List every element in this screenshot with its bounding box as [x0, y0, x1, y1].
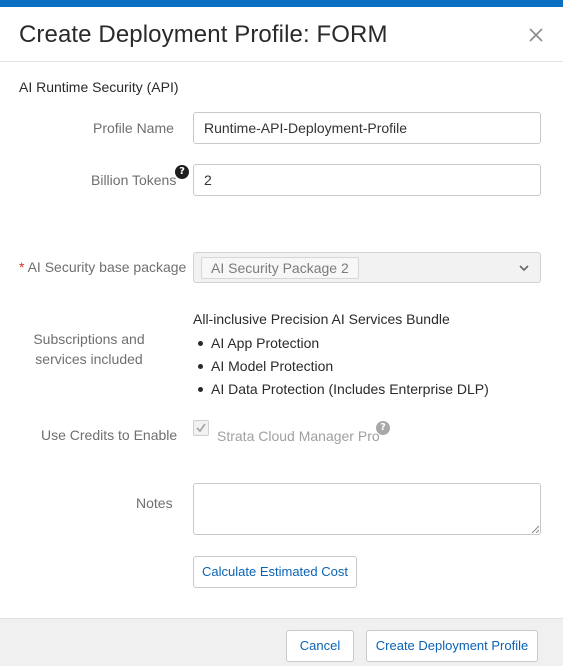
notes-textarea[interactable] [193, 483, 541, 535]
resize-handle-icon[interactable] [531, 525, 539, 533]
list-item-text: AI Data Protection (Includes Enterprise … [211, 381, 489, 397]
notes-label: Notes [136, 495, 173, 511]
cancel-button[interactable]: Cancel [286, 630, 354, 662]
list-item: AI Model Protection [193, 357, 489, 380]
create-deployment-profile-button[interactable]: Create Deployment Profile [366, 630, 538, 662]
bundle-list: AI App Protection AI Model Protection AI… [193, 334, 489, 403]
question-circle-icon[interactable]: ? [376, 421, 390, 435]
selected-package-chip: AI Security Package 2 [201, 257, 359, 279]
bullet-icon [198, 364, 203, 369]
base-package-label-text: AI Security base package [27, 259, 187, 275]
list-item: AI App Protection [193, 334, 489, 357]
credits-label: Use Credits to Enable [41, 427, 178, 443]
bullet-icon [198, 341, 203, 346]
subscriptions-label: Subscriptions and services included [33, 331, 145, 367]
billion-tokens-input[interactable] [193, 164, 541, 196]
list-item: AI Data Protection (Includes Enterprise … [193, 380, 489, 403]
calculate-estimated-cost-button[interactable]: Calculate Estimated Cost [193, 556, 357, 588]
checkmark-icon [196, 423, 206, 433]
section-title: AI Runtime Security (API) [19, 79, 179, 95]
close-button[interactable] [525, 24, 547, 46]
base-package-select[interactable]: AI Security Package 2 [193, 252, 541, 283]
strata-cloud-manager-checkbox[interactable] [193, 420, 209, 436]
chevron-down-icon [518, 262, 530, 274]
list-item-text: AI App Protection [211, 335, 320, 351]
dialog-title: Create Deployment Profile: FORM [19, 21, 388, 48]
profile-name-label: Profile Name [93, 120, 174, 136]
bullet-icon [198, 387, 203, 392]
dialog-accent-bar [0, 0, 563, 7]
bundle-title: All-inclusive Precision AI Services Bund… [193, 311, 450, 327]
checkbox-label: Strata Cloud Manager Pro [217, 428, 380, 444]
list-item-text: AI Model Protection [211, 358, 334, 374]
profile-name-input[interactable] [193, 112, 541, 144]
base-package-label: * AI Security base package [19, 259, 186, 275]
required-marker: * [19, 259, 25, 275]
dialog-header: Create Deployment Profile: FORM [0, 7, 563, 62]
billion-tokens-label: Billion Tokens [91, 172, 177, 188]
close-icon [529, 28, 543, 42]
question-circle-icon[interactable]: ? [175, 165, 189, 179]
